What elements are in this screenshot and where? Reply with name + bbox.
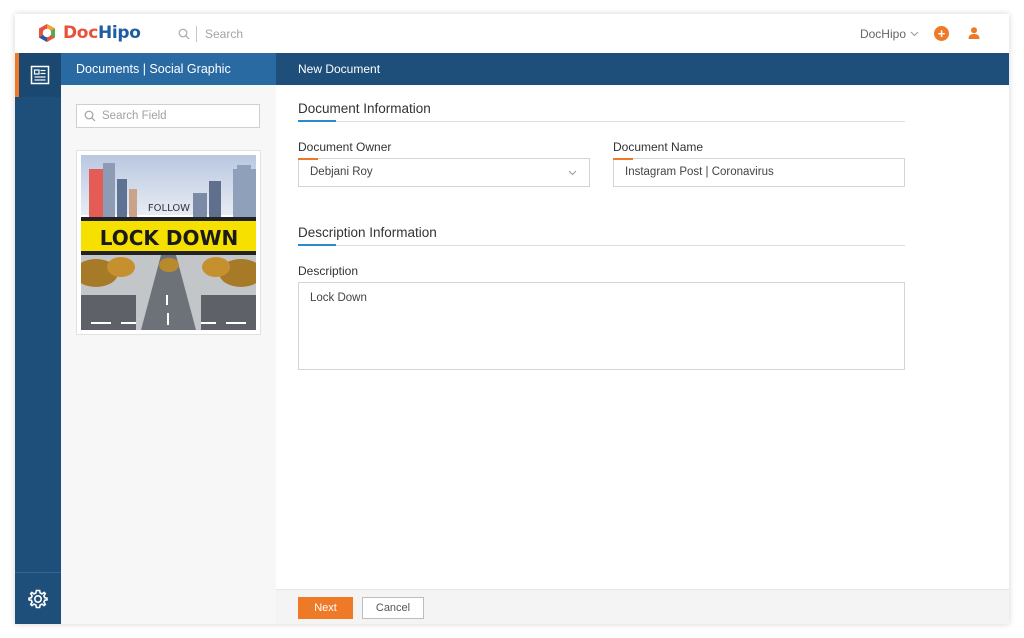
cancel-button[interactable]: Cancel <box>362 597 424 619</box>
logo[interactable]: DocHipo <box>37 23 141 43</box>
description-information-title: Description Information <box>298 225 437 240</box>
left-navigation <box>15 53 61 624</box>
logo-icon <box>39 24 55 42</box>
user-menu-label: DocHipo <box>859 27 906 41</box>
document-form: Document Information Document Owner Debj… <box>276 85 1009 624</box>
thumbnail-follow-text: FOLLOW <box>148 203 190 214</box>
form-footer: Next Cancel <box>276 589 1009 624</box>
plus-icon[interactable]: + <box>934 26 949 41</box>
user-icon <box>968 27 980 39</box>
description-textarea[interactable]: Lock Down <box>298 282 905 370</box>
search-divider <box>196 26 197 42</box>
document-owner-select[interactable]: Debjani Roy <box>298 158 590 187</box>
main-header: New Document <box>276 53 1009 85</box>
document-information-title: Document Information <box>298 101 431 116</box>
chevron-down-icon <box>910 31 919 37</box>
settings-button[interactable] <box>15 572 61 624</box>
thumbnail-headline-text: LOCK DOWN <box>100 226 239 250</box>
user-menu[interactable]: DocHipo <box>860 27 919 41</box>
top-bar: DocHipo Search DocHipo + <box>15 14 1009 53</box>
search-icon <box>84 110 96 122</box>
top-search-input[interactable]: Search <box>205 27 243 41</box>
document-name-value: Instagram Post | Coronavirus <box>625 166 774 178</box>
lockdown-illustration: FOLLOW LOCK DOWN <box>74 155 263 330</box>
search-icon <box>178 28 190 40</box>
left-panel-header: Documents | Social Graphic <box>61 53 276 85</box>
section-divider <box>298 244 905 246</box>
document-name-input[interactable]: Instagram Post | Coronavirus <box>613 158 905 187</box>
app-window: DocHipo Search DocHipo + Documents | Soc… <box>15 14 1009 624</box>
nav-item-documents[interactable] <box>15 53 61 97</box>
document-owner-label: Document Owner <box>298 140 392 154</box>
chevron-down-icon <box>568 170 577 176</box>
template-panel: Search Field FOLLOW LOCK DOWN <box>61 85 276 624</box>
document-icon <box>30 65 50 85</box>
user-button[interactable] <box>967 26 981 45</box>
document-name-label: Document Name <box>613 140 704 154</box>
next-button[interactable]: Next <box>298 597 353 619</box>
top-search[interactable]: Search <box>178 26 243 42</box>
document-owner-value: Debjani Roy <box>310 166 373 178</box>
brand-name: DocHipo <box>63 23 141 43</box>
search-field-input[interactable]: Search Field <box>76 104 260 128</box>
section-divider <box>298 120 905 122</box>
template-thumbnail[interactable]: FOLLOW LOCK DOWN <box>74 150 263 335</box>
description-label: Description <box>298 264 359 278</box>
gear-icon <box>28 589 48 608</box>
search-field-placeholder: Search Field <box>102 110 167 122</box>
